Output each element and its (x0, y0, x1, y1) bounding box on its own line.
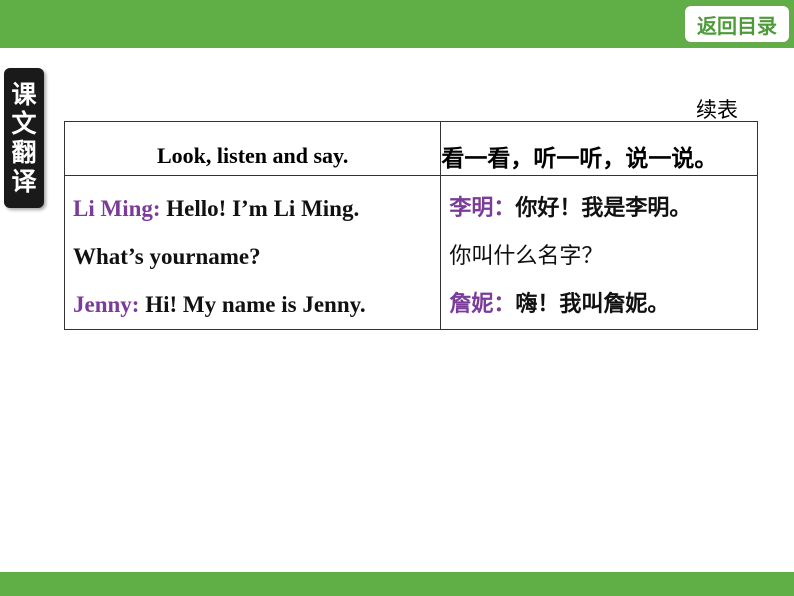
top-bar (0, 0, 794, 48)
speaker-name: Li Ming: (73, 196, 161, 221)
dialogue-text: What’s yourname? (73, 244, 261, 269)
table-body-row: Li Ming: Hello! I’m Li Ming. What’s your… (63, 175, 758, 330)
chinese-cell: 李明：你好！我是李明。 你叫什么名字？ 詹妮：嗨！我叫詹妮。 (440, 175, 758, 330)
dialogue-line-english: Li Ming: Hello! I’m Li Ming. (65, 185, 440, 233)
side-tab-char: 译 (11, 167, 37, 196)
header-english: Look, listen and say. (63, 121, 442, 176)
side-tab-char: 文 (11, 109, 37, 138)
dialogue-text: Hello! I’m Li Ming. (160, 196, 360, 221)
continued-label: 续表 (696, 98, 738, 122)
side-tab-char: 课 (11, 80, 37, 109)
side-tab-text-translation: 课 文 翻 译 (4, 68, 44, 208)
dialogue-line-chinese: 李明：你好！我是李明。 (441, 185, 757, 233)
bottom-bar (0, 572, 794, 596)
side-tab-char: 翻 (11, 138, 37, 167)
dialogue-text: 你叫什么名字？ (449, 244, 604, 269)
table-header-row: Look, listen and say. 看一看，听一听，说一说。 (63, 121, 758, 176)
english-cell: Li Ming: Hello! I’m Li Ming. What’s your… (63, 175, 442, 330)
dialogue-line-chinese: 詹妮：嗨！我叫詹妮。 (441, 281, 757, 329)
speaker-name: 詹妮： (449, 292, 516, 317)
dialogue-text: 你好！我是李明。 (515, 196, 692, 221)
speaker-name: 李明： (449, 196, 516, 221)
dialogue-line-english: What’s yourname? (65, 233, 440, 281)
dialogue-text: Hi! My name is Jenny. (139, 292, 366, 317)
dialogue-line-english: Jenny: Hi! My name is Jenny. (65, 281, 440, 329)
header-chinese: 看一看，听一听，说一说。 (440, 121, 758, 176)
translation-table: Look, listen and say. 看一看，听一听，说一说。 Li Mi… (63, 121, 758, 330)
dialogue-text: 嗨！我叫詹妮。 (515, 292, 670, 317)
dialogue-line-chinese: 你叫什么名字？ (441, 233, 757, 281)
speaker-name: Jenny: (73, 292, 140, 317)
back-to-contents-button[interactable]: 返回目录 (683, 4, 791, 44)
